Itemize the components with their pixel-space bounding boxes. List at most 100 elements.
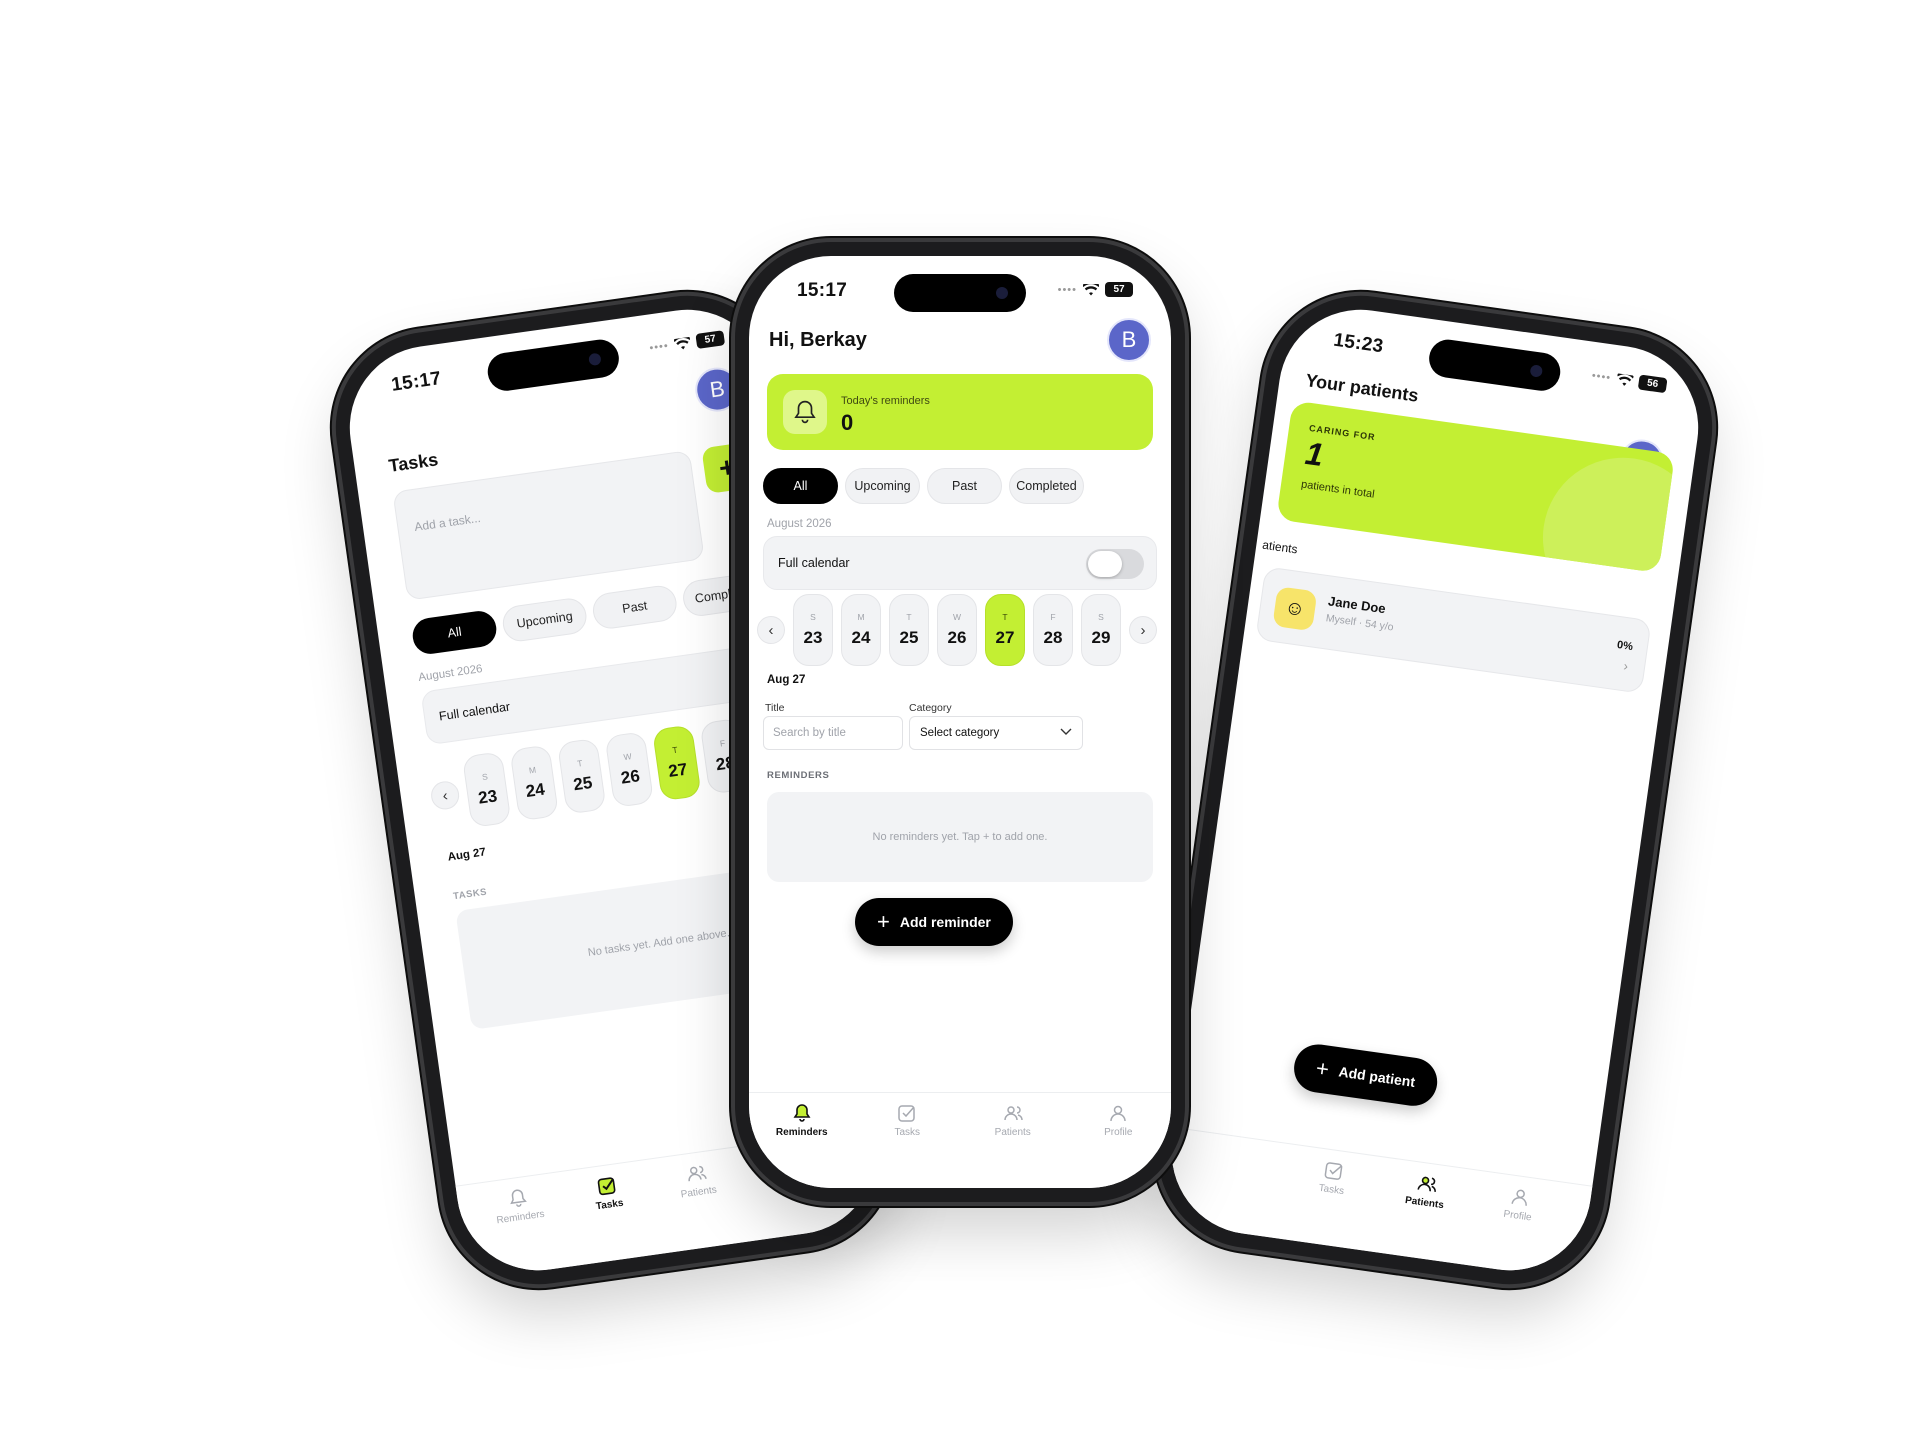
card-decoration — [1532, 447, 1676, 573]
filter-all[interactable]: All — [763, 468, 838, 504]
day-dow: S — [810, 612, 816, 622]
patient-row[interactable]: ☺ Jane Doe Myself · 54 y/o 0% › — [1255, 566, 1652, 694]
day-27[interactable]: T 27 — [652, 724, 702, 802]
status-time: 15:17 — [797, 280, 848, 301]
reminders-screen: 15:17 •••• 57 Hi, Berkay B Today's remin… — [749, 256, 1171, 1188]
status-bar: 15:17 •••• 57 — [749, 280, 1171, 306]
week-strip: ‹ S 23 M 24 T 25 W 26 T 27 F 28 S 29 › — [757, 594, 1157, 666]
title-search-input[interactable]: Search by title — [763, 716, 903, 750]
checkbox-icon — [897, 1103, 917, 1123]
day-num: 24 — [851, 628, 871, 647]
tab-patients[interactable]: Patients — [1377, 1168, 1468, 1263]
filter-upcoming[interactable]: Upcoming — [845, 468, 920, 504]
users-icon — [1416, 1172, 1439, 1195]
day-24[interactable]: M 24 — [509, 744, 560, 822]
tab-bar: Tasks Patients Profile — [1161, 1127, 1593, 1281]
plus-icon: + — [877, 909, 890, 934]
patients-section-label: atients — [1261, 537, 1299, 557]
tab-label: Tasks — [894, 1127, 921, 1138]
full-calendar-toggle[interactable] — [1086, 549, 1144, 579]
filter-past[interactable]: Past — [927, 468, 1002, 504]
category-select[interactable]: Select category — [909, 716, 1083, 750]
day-num: 26 — [619, 766, 642, 788]
chevron-right-icon[interactable]: › — [1129, 616, 1157, 644]
selected-date: Aug 27 — [446, 846, 487, 864]
day-29[interactable]: S 29 — [1081, 594, 1121, 666]
patient-count: 1 — [1303, 434, 1326, 474]
tab-tasks[interactable]: Tasks — [867, 1103, 947, 1188]
patient-progress: 0% — [1616, 638, 1634, 654]
plus-icon: + — [1314, 1055, 1331, 1082]
filter-past[interactable]: Past — [590, 583, 679, 631]
day-23[interactable]: S 23 — [461, 751, 512, 829]
battery-icon: 56 — [1637, 374, 1668, 394]
tab-reminders[interactable]: Reminders — [477, 1183, 568, 1278]
tab-tasks[interactable]: Tasks — [1284, 1155, 1375, 1250]
full-calendar-row: Full calendar — [763, 536, 1157, 590]
day-num: 28 — [714, 752, 737, 775]
chevron-down-icon — [1060, 727, 1072, 739]
avatar[interactable]: B — [1107, 318, 1151, 362]
tab-reminders[interactable]: Reminders — [762, 1103, 842, 1188]
day-dow: M — [857, 612, 865, 622]
tab-label: Profile — [1502, 1208, 1533, 1224]
day-dow: T — [671, 744, 679, 756]
add-reminder-button[interactable]: + Add reminder — [855, 898, 1013, 946]
day-25[interactable]: T 25 — [556, 737, 607, 815]
chevron-left-icon[interactable]: ‹ — [757, 616, 785, 644]
filter-upcoming[interactable]: Upcoming — [500, 596, 589, 644]
tasks-section-label: TASKS — [452, 886, 488, 903]
day-24[interactable]: M 24 — [841, 594, 881, 666]
filter-chips: All Upcoming Past Completed — [763, 468, 1084, 504]
status-time: 15:17 — [390, 368, 443, 396]
day-num: 27 — [667, 759, 689, 782]
full-calendar-label: Full calendar — [438, 699, 511, 724]
day-num: 25 — [572, 772, 594, 795]
day-27[interactable]: T 27 — [985, 594, 1025, 666]
day-dow: M — [528, 764, 537, 776]
add-reminder-label: Add reminder — [899, 914, 991, 930]
tab-tasks[interactable]: Tasks — [566, 1170, 657, 1265]
title-field-label: Title — [765, 702, 785, 714]
day-28[interactable]: F 28 — [1033, 594, 1073, 666]
selected-date: Aug 27 — [767, 674, 806, 686]
tab-profile[interactable]: Profile — [1470, 1181, 1561, 1276]
page-title: Your patients — [1304, 370, 1420, 406]
checkbox-icon — [1323, 1159, 1346, 1182]
reminders-empty-state: No reminders yet. Tap + to add one. — [767, 792, 1153, 882]
category-field-label: Category — [909, 702, 952, 714]
day-26[interactable]: W 26 — [937, 594, 977, 666]
day-num: 25 — [899, 628, 919, 647]
filter-completed[interactable]: Completed — [1009, 468, 1084, 504]
greeting: Hi, Berkay — [769, 329, 867, 351]
day-num: 26 — [947, 628, 967, 647]
full-calendar-label: Full calendar — [778, 556, 850, 570]
day-dow: S — [1098, 612, 1104, 622]
tab-label: Profile — [1104, 1127, 1133, 1138]
reminders-count: 0 — [841, 410, 854, 435]
day-25[interactable]: T 25 — [889, 594, 929, 666]
tab-patients[interactable]: Patients — [973, 1103, 1053, 1188]
day-dow: T — [1002, 612, 1008, 622]
task-input[interactable]: Add a task... — [392, 450, 705, 601]
chevron-left-icon[interactable]: ‹ — [429, 779, 461, 812]
bell-icon — [507, 1187, 530, 1210]
tab-profile[interactable]: Profile — [1078, 1103, 1158, 1188]
filter-all[interactable]: All — [410, 608, 499, 657]
user-icon — [1108, 1103, 1128, 1123]
day-dow: F — [1050, 612, 1056, 622]
tab-label: Tasks — [1317, 1182, 1345, 1198]
add-patient-button[interactable]: + Add patient — [1291, 1041, 1441, 1109]
day-dow: S — [481, 771, 489, 783]
tab-label: Tasks — [595, 1197, 625, 1213]
signal-icon: •••• — [1057, 283, 1077, 296]
chevron-right-icon: › — [1622, 658, 1630, 674]
user-icon — [1509, 1186, 1532, 1209]
day-23[interactable]: S 23 — [793, 594, 833, 666]
day-dow: T — [906, 612, 912, 622]
category-select-value: Select category — [920, 727, 1000, 739]
day-num: 29 — [1091, 628, 1111, 647]
tab-patients[interactable]: Patients — [655, 1158, 746, 1253]
bell-icon — [783, 390, 827, 434]
day-26[interactable]: W 26 — [604, 731, 655, 808]
